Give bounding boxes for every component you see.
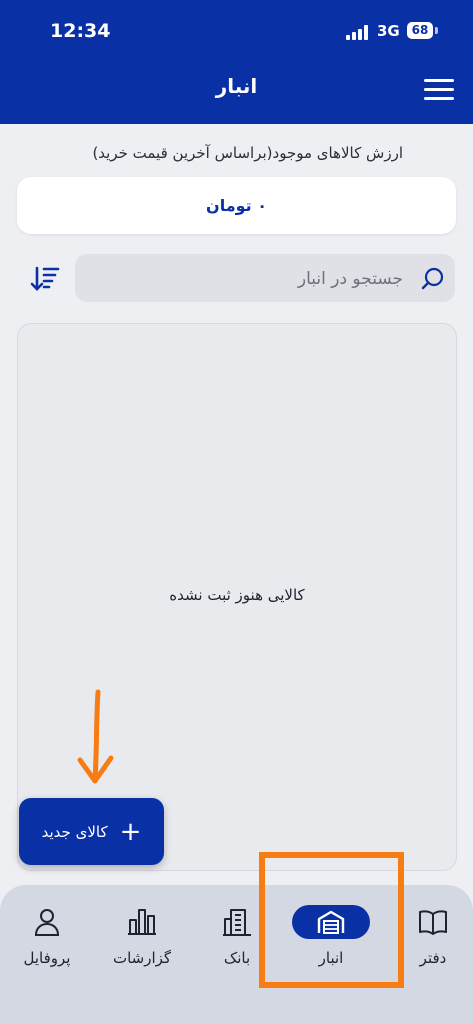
battery-icon: 68 (407, 22, 433, 39)
battery-level: 68 (411, 23, 429, 37)
user-icon (34, 909, 60, 936)
book-icon (419, 910, 447, 935)
network-type: 3G (377, 22, 400, 40)
inventory-value-card: ۰ تومان (17, 177, 456, 234)
search-box[interactable] (75, 254, 455, 304)
signal-icon (346, 24, 372, 40)
plus-icon: + (119, 816, 142, 847)
search-icon (421, 267, 444, 290)
sort-icon[interactable] (30, 266, 60, 292)
inventory-value-label: ارزش کالاهای موجود(براساس آخرین قیمت خری… (92, 144, 403, 162)
bank-building-icon (223, 909, 251, 936)
product-list: کالایی هنوز ثبت نشده (17, 323, 457, 871)
page-title: انبار (215, 74, 258, 98)
hamburger-menu-icon[interactable] (424, 79, 454, 101)
highlight-annotation-box (259, 852, 404, 988)
search-input[interactable] (101, 254, 405, 304)
nav-label-profile: پروفایل (23, 949, 71, 967)
nav-item-profile[interactable]: پروفایل (2, 905, 92, 967)
nav-label-reports: گزارشات (112, 949, 172, 967)
battery-tip (435, 27, 438, 34)
nav-item-reports[interactable]: گزارشات (97, 905, 187, 967)
add-product-label: کالای جدید (41, 822, 108, 841)
inventory-value: ۰ تومان (206, 196, 267, 215)
empty-list-message: کالایی هنوز ثبت نشده (169, 586, 305, 604)
down-arrow-annotation-icon (77, 689, 114, 784)
top-bar: 12:34 3G 68 انبار (0, 0, 473, 124)
bar-chart-icon (128, 909, 156, 935)
add-product-button[interactable]: + کالای جدید (19, 798, 164, 865)
status-time: 12:34 (50, 20, 111, 42)
